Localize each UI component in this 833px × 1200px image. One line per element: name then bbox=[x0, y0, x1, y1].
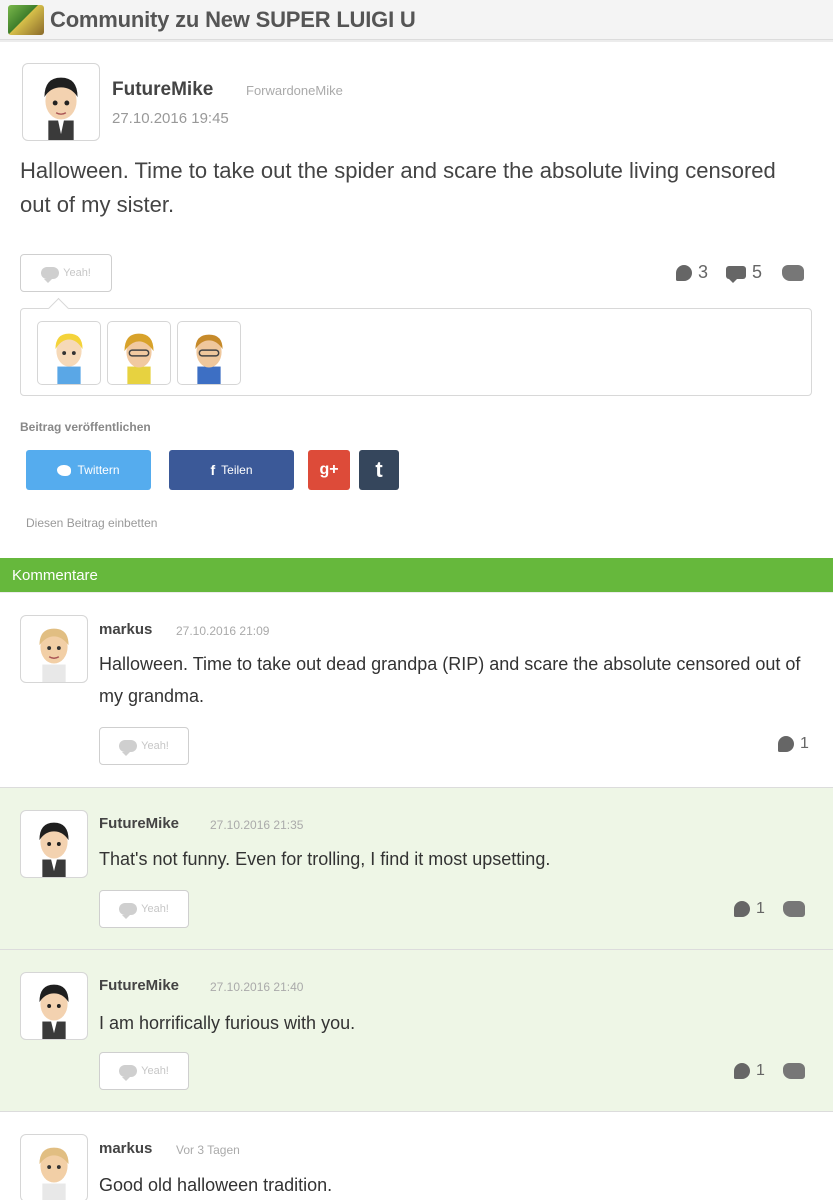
yeah-count-icon bbox=[676, 264, 692, 281]
comment-timestamp: 27.10.2016 21:35 bbox=[210, 818, 304, 832]
twitter-share-button[interactable]: Twittern bbox=[26, 450, 151, 490]
facebook-share-button[interactable]: f Teilen bbox=[169, 450, 294, 490]
comments-header: Kommentare bbox=[0, 558, 833, 592]
comment-timestamp: 27.10.2016 21:09 bbox=[176, 624, 270, 638]
facebook-label: Teilen bbox=[221, 463, 253, 477]
follow-icon[interactable] bbox=[782, 264, 805, 281]
comment-body: Halloween. Time to take out dead grandpa… bbox=[99, 654, 801, 706]
yeah-count-icon bbox=[778, 736, 794, 752]
yeah-count: 1 bbox=[756, 900, 765, 917]
yeah-user-avatar[interactable] bbox=[107, 321, 171, 385]
tumblr-icon: t bbox=[375, 457, 383, 482]
yeah-count: 3 bbox=[698, 262, 709, 282]
yeah-icon bbox=[119, 1065, 138, 1081]
follow-icon[interactable] bbox=[782, 1063, 805, 1079]
comment-item: FutureMike 27.10.2016 21:40 I am horrifi… bbox=[0, 950, 833, 1112]
commenter-avatar[interactable] bbox=[20, 810, 88, 878]
tumblr-button[interactable]: t bbox=[359, 450, 399, 490]
comment-author[interactable]: markus bbox=[99, 1140, 152, 1157]
comment-body: That's not funny. Even for trolling, I f… bbox=[99, 849, 551, 869]
yeah-count-icon bbox=[734, 901, 750, 917]
yeah-avatars-box bbox=[20, 308, 812, 396]
comment-body: Good old halloween tradition. bbox=[99, 1175, 333, 1195]
yeah-count-icon bbox=[734, 1063, 750, 1079]
yeah-user-avatar[interactable] bbox=[177, 321, 241, 385]
yeah-button[interactable]: Yeah! bbox=[99, 890, 189, 928]
yeah-icon bbox=[119, 740, 138, 756]
post-body: Halloween. Time to take out the spider a… bbox=[20, 158, 776, 217]
yeah-user-avatar[interactable] bbox=[37, 321, 101, 385]
post-handle: ForwardoneMike bbox=[246, 83, 343, 98]
follow-icon[interactable] bbox=[782, 901, 805, 917]
yeah-label: Yeah! bbox=[141, 740, 169, 752]
game-icon[interactable] bbox=[8, 4, 44, 35]
comment-item: markus 27.10.2016 21:09 Halloween. Time … bbox=[0, 593, 833, 788]
comment-stats: 1 bbox=[734, 1062, 805, 1080]
comment-author[interactable]: FutureMike bbox=[99, 815, 179, 832]
comment-item: FutureMike 27.10.2016 21:35 That's not f… bbox=[0, 788, 833, 950]
comment-author[interactable]: FutureMike bbox=[99, 977, 179, 994]
author-avatar[interactable] bbox=[22, 63, 100, 141]
community-header: Community zu New SUPER LUIGI U bbox=[0, 0, 833, 40]
yeah-button[interactable]: Yeah! bbox=[99, 1052, 189, 1090]
twitter-label: Twittern bbox=[77, 463, 120, 477]
facebook-icon: f bbox=[210, 462, 216, 478]
comment-author[interactable]: markus bbox=[99, 621, 152, 638]
comment-timestamp: Vor 3 Tagen bbox=[176, 1143, 240, 1157]
google-plus-button[interactable]: g+ bbox=[308, 450, 350, 490]
commenter-avatar[interactable] bbox=[20, 615, 88, 683]
yeah-count: 1 bbox=[800, 735, 809, 752]
community-title[interactable]: Community zu New SUPER LUIGI U bbox=[50, 7, 416, 33]
comment-stats: 1 bbox=[778, 735, 809, 753]
commenter-avatar[interactable] bbox=[20, 1134, 88, 1200]
comment-stats: 1 bbox=[734, 900, 805, 918]
yeah-icon bbox=[119, 903, 138, 919]
yeah-button[interactable]: Yeah! bbox=[20, 254, 112, 292]
post-author[interactable]: FutureMike bbox=[112, 79, 213, 101]
comment-timestamp: 27.10.2016 21:40 bbox=[210, 980, 304, 994]
post-timestamp: 27.10.2016 19:45 bbox=[112, 110, 229, 127]
share-label: Beitrag veröffentlichen bbox=[20, 420, 151, 434]
comment-count-icon bbox=[726, 266, 747, 283]
commenter-avatar[interactable] bbox=[20, 972, 88, 1040]
main-post: FutureMike ForwardoneMike 27.10.2016 19:… bbox=[0, 42, 833, 558]
google-plus-icon: g+ bbox=[319, 461, 339, 478]
yeah-label: Yeah! bbox=[141, 903, 169, 915]
embed-link[interactable]: Diesen Beitrag einbetten bbox=[26, 516, 157, 530]
yeah-label: Yeah! bbox=[141, 1065, 169, 1077]
yeah-icon bbox=[41, 267, 60, 283]
twitter-icon bbox=[57, 464, 72, 476]
yeah-button[interactable]: Yeah! bbox=[99, 727, 189, 765]
comment-body: I am horrifically furious with you. bbox=[99, 1013, 356, 1033]
post-stats: 3 5 bbox=[676, 262, 805, 283]
comment-count: 5 bbox=[752, 262, 763, 282]
yeah-count: 1 bbox=[756, 1062, 765, 1079]
comment-item: markus Vor 3 Tagen Good old halloween tr… bbox=[0, 1112, 833, 1200]
yeah-label: Yeah! bbox=[63, 267, 91, 279]
